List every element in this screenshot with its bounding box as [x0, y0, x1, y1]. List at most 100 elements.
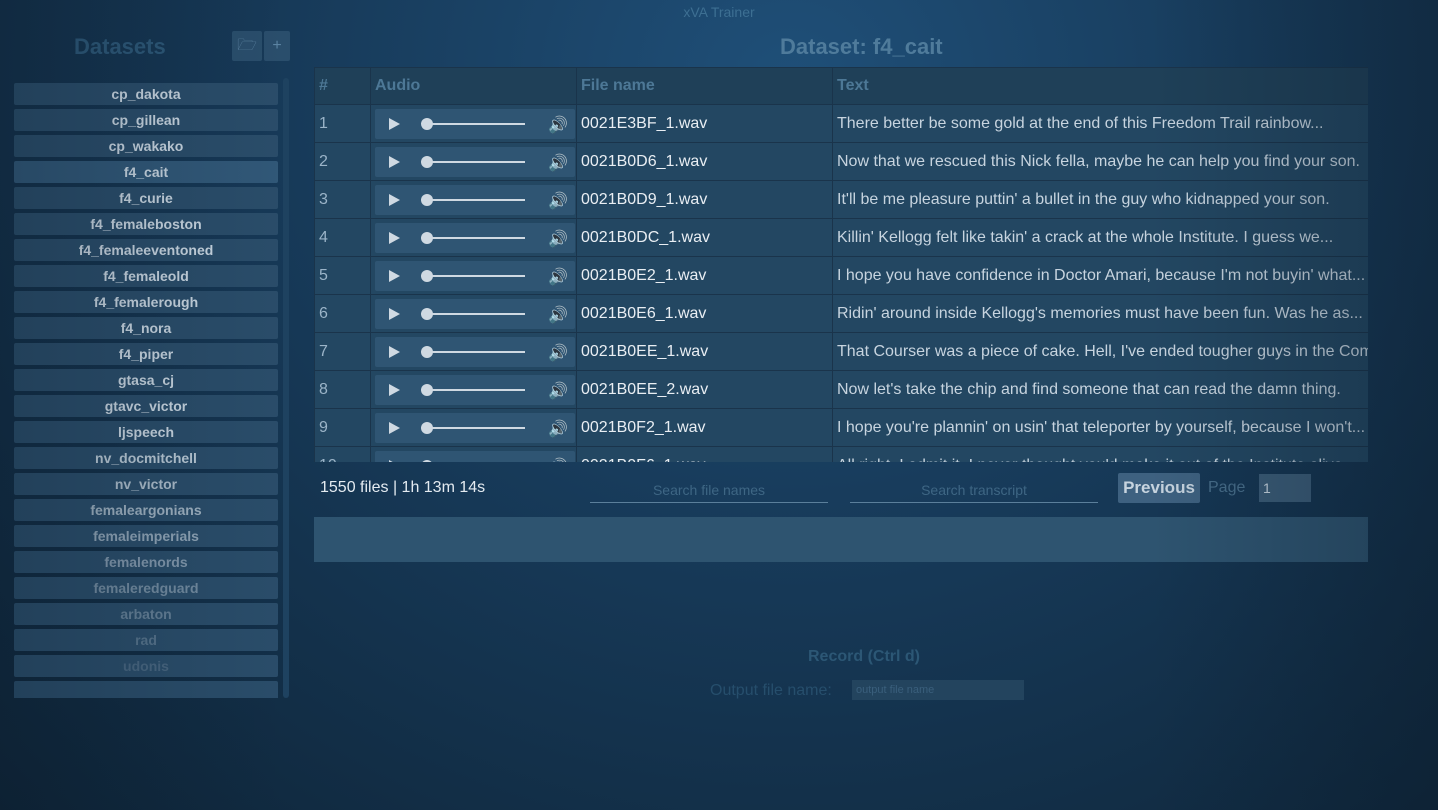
volume-icon[interactable]: 🔊 — [548, 419, 568, 439]
transcript-cell[interactable]: All right, I admit it. I never thought y… — [832, 446, 1368, 462]
play-icon[interactable] — [389, 421, 400, 434]
volume-icon[interactable]: 🔊 — [548, 381, 568, 401]
dataset-item[interactable]: ljspeech — [14, 421, 278, 443]
dataset-item[interactable]: f4_piper — [14, 343, 278, 365]
add-dataset-button[interactable]: + — [264, 31, 290, 61]
dataset-item[interactable] — [14, 681, 278, 698]
table-row[interactable]: 4 🔊 0021B0DC_1.wav Killin' Kellogg felt lik… — [314, 218, 1368, 257]
transcript-cell[interactable]: Now that we rescued this Nick fella, may… — [832, 142, 1368, 181]
seek-knob[interactable] — [421, 421, 433, 434]
seek-knob[interactable] — [421, 193, 433, 206]
dataset-item[interactable]: f4_femaleboston — [14, 213, 278, 235]
file-name-cell[interactable]: 0021B0E6_1.wav — [576, 294, 833, 333]
record-title[interactable]: Record (Ctrl d) — [808, 648, 920, 666]
table-row[interactable]: 3 🔊 0021B0D9_1.wav It'll be me pleasure put… — [314, 180, 1368, 219]
file-name-cell[interactable]: 0021B0F2_1.wav — [576, 408, 833, 447]
table-row[interactable]: 2 🔊 0021B0D6_1.wav Now that we rescued this… — [314, 142, 1368, 181]
search-file-names-input[interactable] — [590, 478, 828, 503]
dataset-item[interactable]: f4_nora — [14, 317, 278, 339]
seek-knob[interactable] — [421, 307, 433, 320]
seek-bar[interactable] — [427, 198, 525, 201]
volume-icon[interactable]: 🔊 — [548, 343, 568, 363]
file-name-cell[interactable]: 0021B0D9_1.wav — [576, 180, 833, 219]
transcript-cell[interactable]: I hope you're plannin' on usin' that tel… — [832, 408, 1368, 447]
volume-icon[interactable]: 🔊 — [548, 191, 568, 211]
previous-page-button[interactable]: Previous — [1118, 473, 1200, 503]
dataset-item[interactable]: cp_gillean — [14, 109, 278, 131]
dataset-item[interactable]: f4_femaleeventoned — [14, 239, 278, 261]
page-number-input[interactable] — [1259, 474, 1311, 502]
transcript-cell[interactable]: It'll be me pleasure puttin' a bullet in… — [832, 180, 1368, 219]
audio-player[interactable]: 🔊 — [375, 260, 575, 291]
audio-player[interactable]: 🔊 — [375, 146, 575, 177]
transcript-cell[interactable]: I hope you have confidence in Doctor Ama… — [832, 256, 1368, 295]
seek-bar[interactable] — [427, 426, 525, 429]
dataset-item[interactable]: femaleargonians — [14, 499, 278, 521]
audio-player[interactable]: 🔊 — [375, 184, 575, 215]
search-transcript-input[interactable] — [850, 478, 1098, 503]
play-icon[interactable] — [389, 117, 400, 130]
audio-player[interactable]: 🔊 — [375, 222, 575, 253]
dataset-item[interactable]: rad — [14, 629, 278, 651]
seek-knob[interactable] — [421, 117, 433, 130]
dataset-item[interactable]: cp_dakota — [14, 83, 278, 105]
dataset-item[interactable]: f4_femaleold — [14, 265, 278, 287]
dataset-item[interactable]: femaleredguard — [14, 577, 278, 599]
play-icon[interactable] — [389, 383, 400, 396]
transcript-cell[interactable]: Ridin' around inside Kellogg's memories … — [832, 294, 1368, 333]
audio-player[interactable]: 🔊 — [375, 298, 575, 329]
table-row[interactable]: 10 🔊 0021B0F6_1.wavAll right, I admit it. … — [314, 446, 1368, 463]
seek-knob[interactable] — [421, 459, 433, 462]
audio-player[interactable]: 🔊 — [375, 374, 575, 405]
seek-bar[interactable] — [427, 312, 525, 315]
dataset-item[interactable]: f4_femalerough — [14, 291, 278, 313]
dataset-item[interactable]: gtasa_cj — [14, 369, 278, 391]
table-row[interactable]: 1 🔊 0021E3BF_1.wav There better be some gol… — [314, 104, 1368, 143]
transcript-cell[interactable]: Killin' Kellogg felt like takin' a crack… — [832, 218, 1368, 257]
transcript-cell[interactable]: Now let's take the chip and find someone… — [832, 370, 1368, 409]
volume-icon[interactable]: 🔊 — [548, 115, 568, 135]
sidebar-scrollbar[interactable] — [283, 78, 289, 698]
seek-knob[interactable] — [421, 231, 433, 244]
dataset-item[interactable]: f4_curie — [14, 187, 278, 209]
seek-knob[interactable] — [421, 383, 433, 396]
output-file-name-input[interactable] — [852, 680, 1024, 700]
audio-player[interactable]: 🔊 — [375, 412, 575, 443]
dataset-item[interactable]: nv_victor — [14, 473, 278, 495]
volume-icon[interactable]: 🔊 — [548, 153, 568, 173]
play-icon[interactable] — [389, 269, 400, 282]
dataset-item[interactable]: cp_wakako — [14, 135, 278, 157]
file-name-cell[interactable]: 0021B0DC_1.wav — [576, 218, 833, 257]
transcript-cell[interactable]: That Courser was a piece of cake. Hell, … — [832, 332, 1368, 371]
play-icon[interactable] — [389, 459, 400, 462]
transcript-cell[interactable]: There better be some gold at the end of … — [832, 104, 1368, 143]
dataset-item[interactable]: nv_docmitchell — [14, 447, 278, 469]
file-name-cell[interactable]: 0021B0D6_1.wav — [576, 142, 833, 181]
audio-player[interactable]: 🔊 — [375, 108, 575, 139]
file-name-cell[interactable]: 0021E3BF_1.wav — [576, 104, 833, 143]
seek-bar[interactable] — [427, 274, 525, 277]
play-icon[interactable] — [389, 231, 400, 244]
file-name-cell[interactable]: 0021B0F6_1.wav — [576, 446, 833, 462]
file-name-cell[interactable]: 0021B0E2_1.wav — [576, 256, 833, 295]
seek-knob[interactable] — [421, 155, 433, 168]
dataset-item[interactable]: gtavc_victor — [14, 395, 278, 417]
play-icon[interactable] — [389, 307, 400, 320]
seek-knob[interactable] — [421, 269, 433, 282]
play-icon[interactable] — [389, 155, 400, 168]
seek-bar[interactable] — [427, 160, 525, 163]
dataset-item[interactable]: femalenords — [14, 551, 278, 573]
table-row[interactable]: 8 🔊 0021B0EE_2.wav Now let's take the chip … — [314, 370, 1368, 409]
dataset-item[interactable]: f4_cait — [14, 161, 278, 183]
table-row[interactable]: 5 🔊 0021B0E2_1.wav I hope you have confiden… — [314, 256, 1368, 295]
table-row[interactable]: 6 🔊 0021B0E6_1.wav Ridin' around inside Kel… — [314, 294, 1368, 333]
volume-icon[interactable]: 🔊 — [548, 457, 568, 463]
volume-icon[interactable]: 🔊 — [548, 267, 568, 287]
seek-bar[interactable] — [427, 236, 525, 239]
seek-bar[interactable] — [427, 350, 525, 353]
dataset-item[interactable]: udonis — [14, 655, 278, 677]
table-row[interactable]: 9 🔊 0021B0F2_1.wav I hope you're plannin' o… — [314, 408, 1368, 447]
seek-bar[interactable] — [427, 122, 525, 125]
table-row[interactable]: 7 🔊 0021B0EE_1.wav That Courser was a piece… — [314, 332, 1368, 371]
file-name-cell[interactable]: 0021B0EE_2.wav — [576, 370, 833, 409]
